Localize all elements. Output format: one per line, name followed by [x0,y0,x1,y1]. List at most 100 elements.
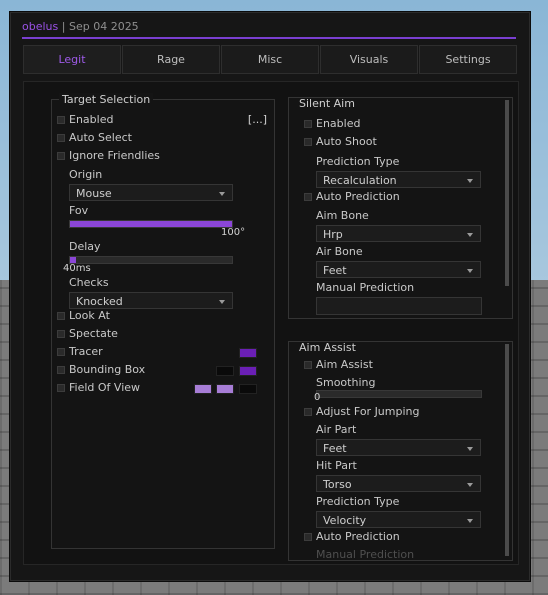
fov-value: 100° [221,227,246,238]
target-selection-panel: Target Selection Enabled [...] Auto Sele… [51,93,275,549]
silent-auto-prediction-checkbox[interactable] [304,193,312,201]
silent-prediction-type-value: Recalculation [323,174,397,187]
field-of-view-color-swatch[interactable] [239,384,257,394]
origin-value: Mouse [76,187,112,200]
air-part-dropdown[interactable]: Feet [316,439,481,456]
tracer-toggle[interactable]: Tracer [57,344,267,360]
tracer-checkbox[interactable] [57,348,65,356]
ignore-friendlies-checkbox[interactable] [57,152,65,160]
fov-label: Fov [69,204,89,217]
spectate-toggle[interactable]: Spectate [57,326,257,342]
look-at-label: Look At [69,309,110,322]
fov-slider-fill [70,221,232,227]
delay-slider[interactable] [69,256,233,264]
auto-select-checkbox[interactable] [57,134,65,142]
accent-line [22,37,516,39]
tab-misc[interactable]: Misc [221,45,319,74]
title-date: Sep 04 2025 [68,20,139,33]
silent-aim-panel: Silent Aim Enabled Auto Shoot Prediction… [288,97,513,319]
fov-slider[interactable] [69,220,233,228]
keybind-button[interactable]: [...] [248,112,267,128]
tab-legit[interactable]: Legit [23,45,121,74]
air-part-value: Feet [323,442,347,455]
tab-visuals[interactable]: Visuals [320,45,418,74]
field-of-view-color-swatch[interactable] [194,384,212,394]
silent-enabled-toggle[interactable]: Enabled [304,116,494,132]
chevron-down-icon [467,483,473,487]
air-bone-dropdown[interactable]: Feet [316,261,481,278]
silent-aim-scrollbar[interactable] [505,100,509,286]
silent-enabled-checkbox[interactable] [304,120,312,128]
auto-shoot-checkbox[interactable] [304,138,312,146]
aim-bone-label: Aim Bone [316,209,369,222]
adjust-for-jumping-label: Adjust For Jumping [316,405,420,418]
title-separator: | [61,20,66,33]
window-title: obelus | Sep 04 2025 [22,19,139,35]
silent-prediction-type-dropdown[interactable]: Recalculation [316,171,481,188]
auto-select-label: Auto Select [69,131,132,144]
origin-label: Origin [69,168,103,181]
aim-bone-dropdown[interactable]: Hrp [316,225,481,242]
silent-aim-title: Silent Aim [296,98,358,110]
enabled-toggle[interactable]: Enabled [...] [57,112,267,128]
chevron-down-icon [467,269,473,273]
assist-auto-prediction-toggle[interactable]: Auto Prediction [304,529,494,545]
silent-auto-prediction-label: Auto Prediction [316,190,400,203]
chevron-down-icon [219,300,225,304]
aim-assist-checkbox[interactable] [304,361,312,369]
field-of-view-color-swatch[interactable] [216,384,234,394]
air-part-label: Air Part [316,423,357,436]
chevron-down-icon [467,447,473,451]
ignore-friendlies-toggle[interactable]: Ignore Friendlies [57,148,257,164]
delay-label: Delay [69,240,101,253]
silent-auto-prediction-toggle[interactable]: Auto Prediction [304,189,494,205]
bounding-box-toggle[interactable]: Bounding Box [57,362,267,378]
assist-prediction-type-value: Velocity [323,514,367,527]
smoothing-slider[interactable] [316,390,482,398]
adjust-for-jumping-toggle[interactable]: Adjust For Jumping [304,404,494,420]
tracer-label: Tracer [69,345,103,358]
aim-assist-toggle[interactable]: Aim Assist [304,357,494,373]
checks-value: Knocked [76,295,123,308]
assist-prediction-type-dropdown[interactable]: Velocity [316,511,481,528]
manual-prediction-input[interactable] [316,297,482,315]
auto-select-toggle[interactable]: Auto Select [57,130,257,146]
bounding-box-checkbox[interactable] [57,366,65,374]
air-bone-label: Air Bone [316,245,363,258]
auto-shoot-toggle[interactable]: Auto Shoot [304,134,494,150]
tab-settings[interactable]: Settings [419,45,517,74]
air-bone-value: Feet [323,264,347,277]
field-of-view-checkbox[interactable] [57,384,65,392]
aim-assist-title: Aim Assist [296,342,359,354]
scrollbar-thumb[interactable] [505,344,509,556]
assist-auto-prediction-checkbox[interactable] [304,533,312,541]
delay-value: 40ms [63,263,91,274]
checks-dropdown[interactable]: Knocked [69,292,233,309]
ignore-friendlies-label: Ignore Friendlies [69,149,160,162]
assist-manual-prediction-label: Manual Prediction [316,548,415,561]
tracer-color-swatch[interactable] [239,348,257,358]
hit-part-label: Hit Part [316,459,357,472]
scrollbar-thumb[interactable] [505,100,509,286]
assist-auto-prediction-label: Auto Prediction [316,530,400,543]
adjust-for-jumping-checkbox[interactable] [304,408,312,416]
silent-prediction-type-label: Prediction Type [316,155,400,168]
origin-dropdown[interactable]: Mouse [69,184,233,201]
assist-prediction-type-label: Prediction Type [316,495,400,508]
hit-part-dropdown[interactable]: Torso [316,475,481,492]
bounding-box-color-swatch[interactable] [216,366,234,376]
aim-assist-scrollbar[interactable] [505,344,509,556]
tab-rage[interactable]: Rage [122,45,220,74]
chevron-down-icon [467,233,473,237]
enabled-checkbox[interactable] [57,116,65,124]
field-of-view-toggle[interactable]: Field Of View [57,380,267,396]
aim-bone-value: Hrp [323,228,343,241]
tab-content: Target Selection Enabled [...] Auto Sele… [23,81,519,565]
auto-shoot-label: Auto Shoot [316,135,377,148]
field-of-view-label: Field Of View [69,381,141,394]
look-at-checkbox[interactable] [57,312,65,320]
target-selection-title: Target Selection [59,93,154,106]
look-at-toggle[interactable]: Look At [57,308,257,324]
bounding-box-color-swatch[interactable] [239,366,257,376]
spectate-checkbox[interactable] [57,330,65,338]
